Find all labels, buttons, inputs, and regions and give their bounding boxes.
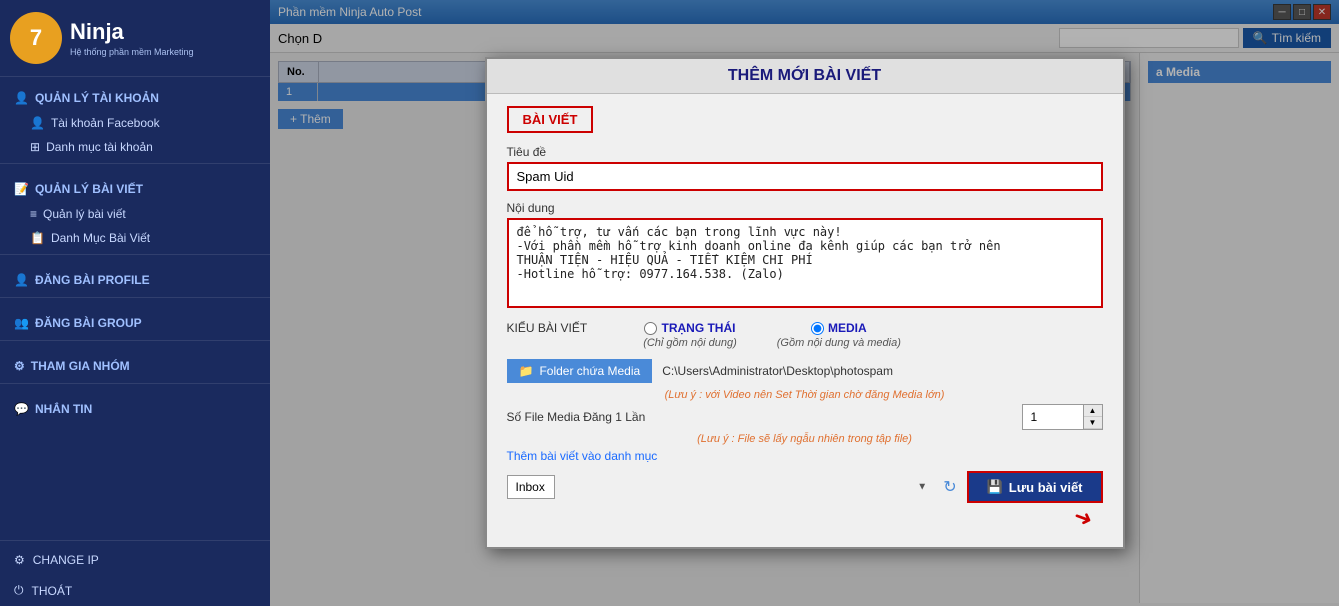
note2: (Lưu ý : File sẽ lấy ngẫu nhiên trong tậ… [507,433,1103,445]
group-icon: 👥 [14,316,29,330]
so-file-spinner: 1 ▲ ▼ [1022,404,1103,430]
sidebar-bottom: ⚙ CHANGE IP ⏻ THOÁT [0,536,270,606]
sidebar-item-danh-muc-tai-khoan[interactable]: ⊞ Danh mục tài khoản [0,135,270,159]
section-nhan-tin: 💬 NHẮN TIN [0,388,270,422]
arrow-indicator-area: ➜ [507,505,1103,531]
sidebar: 7 Ninja Hệ thống phần mềm Marketing 👤 QU… [0,0,270,606]
section-bai-viet: 📝 QUẢN LÝ BÀI VIẾT ≡ Quản lý bài viết 📋 … [0,168,270,250]
change-ip-icon: ⚙ [14,553,25,567]
section-account: 👤 QUẢN LÝ TÀI KHOẢN 👤 Tài khoản Facebook… [0,77,270,159]
category-select[interactable]: Inbox [507,475,555,499]
folder-path: C:\Users\Administrator\Desktop\photospam [662,364,893,378]
dialog-overlay: THÊM MỚI BÀI VIẾT BÀI VIẾT Tiêu đề Nội d… [270,0,1339,606]
tab-bai-viet[interactable]: BÀI VIẾT [507,106,594,133]
logo-area: 7 Ninja Hệ thống phần mềm Marketing [0,0,270,77]
logo-text-area: Ninja Hệ thống phần mềm Marketing [70,19,194,57]
dialog-tabs: BÀI VIẾT [507,106,1103,133]
save-icon: 💾 [987,479,1003,495]
section-bai-viet-label: QUẢN LÝ BÀI VIẾT [35,182,143,196]
section-dang-bai-group: 👥 ĐĂNG BÀI GROUP [0,302,270,336]
media-label: MEDIA [828,321,867,335]
sidebar-item-quan-ly-bai-viet[interactable]: 📝 QUẢN LÝ BÀI VIẾT [0,176,270,202]
folder-row: 📁 Folder chứa Media C:\Users\Administrat… [507,359,1103,383]
tieu-de-input[interactable] [507,162,1103,191]
media-sub: (Gồm nội dung và media) [777,337,901,349]
form-group-noi-dung: Nội dung để hỗ trợ, tư vấn các bạn trong… [507,201,1103,311]
folder-button[interactable]: 📁 Folder chứa Media [507,359,653,383]
svg-text:7: 7 [30,25,42,50]
sidebar-label-danh-muc-bv: Danh Mục Bài Viết [51,231,150,245]
thoat-label: THOÁT [32,584,73,598]
option-media: MEDIA (Gồm nội dung và media) [777,321,901,349]
sidebar-item-nhan-tin[interactable]: 💬 NHẮN TIN [0,396,270,422]
sidebar-item-dang-bai-group[interactable]: 👥 ĐĂNG BÀI GROUP [0,310,270,336]
sidebar-item-tai-khoan-facebook[interactable]: 👤 Tài khoản Facebook [0,111,270,135]
refresh-button[interactable]: ↻ [943,477,956,497]
tieu-de-label: Tiêu đề [507,145,1103,159]
main-area: Phần mềm Ninja Auto Post ─ □ ✕ Chọn D 🔍 … [270,0,1339,606]
sidebar-item-tham-gia-nhom[interactable]: ⚙ THAM GIA NHÓM [0,353,270,379]
sidebar-item-change-ip[interactable]: ⚙ CHANGE IP [0,545,270,575]
noi-dung-textarea[interactable]: để hỗ trợ, tư vấn các bạn trong lĩnh vực… [507,218,1103,308]
user-icon: 👤 [14,91,29,105]
save-btn-label: Lưu bài viết [1009,480,1083,495]
note1: (Lưu ý : với Video nên Set Thời gian chờ… [507,389,1103,401]
arrow-indicator: ➜ [1070,503,1096,534]
spinner-down[interactable]: ▼ [1084,417,1102,429]
radio-trang-thai[interactable] [644,322,657,335]
refresh-icon: ↻ [943,479,956,496]
file-count-row: Số File Media Đăng 1 Lần 1 ▲ ▼ [507,404,1103,430]
section-account-label: QUẢN LÝ TÀI KHOẢN [35,91,159,105]
add-to-category-link[interactable]: Thêm bài viết vào danh mục [507,449,658,463]
spinner-buttons: ▲ ▼ [1083,405,1102,429]
folder-btn-label: Folder chứa Media [539,364,640,378]
section-dang-bai-profile: 👤 ĐĂNG BÀI PROFILE [0,259,270,293]
sidebar-item-thoat[interactable]: ⏻ THOÁT [0,575,270,606]
select-arrow-icon: ▼ [917,482,927,493]
nhan-tin-label: NHẮN TIN [35,402,92,416]
dialog-body: BÀI VIẾT Tiêu đề Nội dung để hỗ trợ, tư … [487,94,1123,547]
sidebar-label-danh-muc-tk: Danh mục tài khoản [46,140,153,154]
dialog-title: THÊM MỚI BÀI VIẾT [487,67,1123,85]
sidebar-item-quan-ly-tai-khoan[interactable]: 👤 QUẢN LÝ TÀI KHOẢN [0,85,270,111]
sidebar-item-ql-bai-viet[interactable]: ≡ Quản lý bài viết [0,202,270,226]
logo-icon: 7 [10,12,62,64]
save-button[interactable]: 💾 Lưu bài viết [967,471,1103,503]
sidebar-item-danh-muc-bai-viet[interactable]: 📋 Danh Mục Bài Viết [0,226,270,250]
sidebar-label-ql-bv: Quản lý bài viết [43,207,126,221]
profile-icon: 👤 [14,273,29,287]
option-trang-thai: TRẠNG THÁI (Chỉ gồm nội dung) [643,321,737,349]
spinner-up[interactable]: ▲ [1084,405,1102,417]
so-file-label: Số File Media Đăng 1 Lần [507,410,646,424]
power-icon: ⏻ [14,583,24,598]
sidebar-item-dang-bai-profile[interactable]: 👤 ĐĂNG BÀI PROFILE [0,267,270,293]
noi-dung-label: Nội dung [507,201,1103,215]
edit-icon: 📝 [14,182,29,196]
change-ip-label: CHANGE IP [33,553,99,567]
clipboard-icon: 📋 [30,231,45,245]
trang-thai-sub: (Chỉ gồm nội dung) [643,337,737,349]
logo-name: Ninja [70,19,194,45]
dialog: THÊM MỚI BÀI VIẾT BÀI VIẾT Tiêu đề Nội d… [485,57,1125,549]
tham-gia-nhom-label: THAM GIA NHÓM [31,359,130,373]
join-icon: ⚙ [14,359,25,373]
sidebar-label-tai-khoan: Tài khoản Facebook [51,116,160,130]
dang-bai-group-label: ĐĂNG BÀI GROUP [35,316,142,330]
radio-media[interactable] [811,322,824,335]
kieu-bai-viet-label: KIỂU BÀI VIẾT [507,321,588,335]
form-group-tieu-de: Tiêu đề [507,145,1103,191]
logo-subtitle: Hệ thống phần mềm Marketing [70,47,194,57]
radio-group-kieu: KIỂU BÀI VIẾT TRẠNG THÁI (Chỉ gồm nội du… [507,321,1103,349]
section-tham-gia-nhom: ⚙ THAM GIA NHÓM [0,345,270,379]
so-file-value: 1 [1023,407,1083,427]
trang-thai-label: TRẠNG THÁI [661,321,735,335]
dang-bai-profile-label: ĐĂNG BÀI PROFILE [35,273,150,287]
list-icon: ≡ [30,207,37,221]
grid-icon: ⊞ [30,140,40,154]
facebook-icon: 👤 [30,116,45,130]
dialog-header: THÊM MỚI BÀI VIẾT [487,59,1123,94]
bottom-row: Inbox ▼ ↻ 💾 Lưu bài viết [507,471,1103,503]
message-icon: 💬 [14,402,29,416]
folder-icon: 📁 [519,364,534,378]
